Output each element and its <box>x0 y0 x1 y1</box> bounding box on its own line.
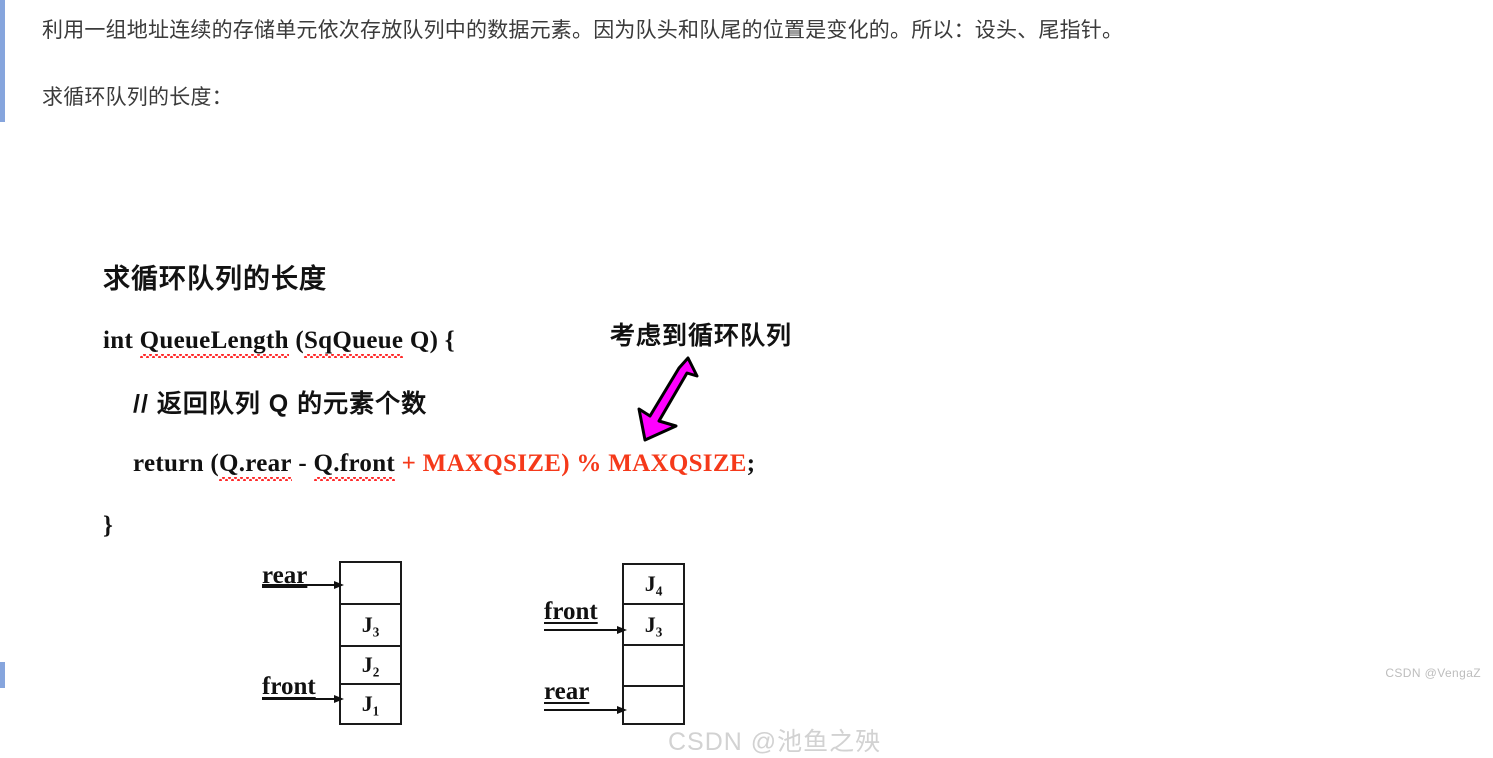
queue-cell <box>624 687 683 727</box>
code-line-return: return (Q.rear - Q.front + MAXQSIZE) % M… <box>133 450 756 481</box>
queue-cell: J₃ <box>341 605 400 647</box>
non-circular-queue-diagram: J₃ J₂ J₁ <box>339 561 402 725</box>
code-token-paren-open: ( <box>288 327 304 354</box>
slide-title: 求循环队列的长度 <box>103 264 327 294</box>
code-line-close-brace: } <box>103 512 114 539</box>
queue-cell-label: J₁ <box>361 690 380 716</box>
queue-cell <box>341 563 400 605</box>
queue-cell: J₄ <box>624 565 683 605</box>
pointer-arrow-front-right <box>544 626 627 634</box>
queue-cell <box>624 646 683 687</box>
article-paragraph-1: 利用一组地址连续的存储单元依次存放队列中的数据元素。因为队头和队尾的位置是变化的… <box>42 19 1124 42</box>
code-token-queuelength: QueueLength <box>139 327 289 358</box>
queue-cell-label: J₂ <box>361 652 380 677</box>
code-token-semicolon: ; <box>746 450 756 477</box>
circular-queue-diagram: J₄ J₃ <box>622 563 685 725</box>
queue-cell-label: J₃ <box>644 611 663 637</box>
code-line-signature: int QueueLength (SqQueue Q) { <box>103 327 455 358</box>
pointer-label-front-right: front <box>544 598 598 625</box>
code-token-signature-tail: Q) { <box>403 327 455 354</box>
code-token-maxqsize-expression: + MAXQSIZE) % MAXQSIZE <box>395 450 747 477</box>
annotation-label: 考虑到循环队列 <box>610 322 793 350</box>
pointer-label-rear-right: rear <box>544 678 590 705</box>
slide-watermark: CSDN @池鱼之殃 <box>668 728 882 756</box>
article-paragraph-2: 求循环队列的长度： <box>42 86 233 109</box>
code-line-comment: // 返回队列 Q 的元素个数 <box>133 390 428 418</box>
pointer-arrow-rear-left <box>262 581 344 589</box>
queue-cell: J₁ <box>341 685 400 722</box>
code-token-q-front: Q.front <box>313 450 396 481</box>
code-token-int: int <box>103 327 140 354</box>
queue-cell: J₃ <box>624 605 683 646</box>
queue-cell-label: J₃ <box>361 612 380 637</box>
down-left-arrow-icon <box>637 356 699 442</box>
queue-cell-label: J₄ <box>644 571 663 596</box>
code-token-return: return ( <box>133 450 219 477</box>
pointer-arrow-rear-right <box>544 706 627 714</box>
code-token-q-rear: Q.rear <box>218 450 292 481</box>
queue-cell: J₂ <box>341 647 400 685</box>
slide-figure: 求循环队列的长度 int QueueLength (SqQueue Q) { /… <box>0 122 1000 756</box>
pointer-arrow-front-left <box>262 695 344 703</box>
code-token-minus: - <box>291 450 314 477</box>
footer-watermark: CSDN @VengaZ <box>1385 666 1481 680</box>
code-token-sqqueue: SqQueue <box>303 327 404 358</box>
